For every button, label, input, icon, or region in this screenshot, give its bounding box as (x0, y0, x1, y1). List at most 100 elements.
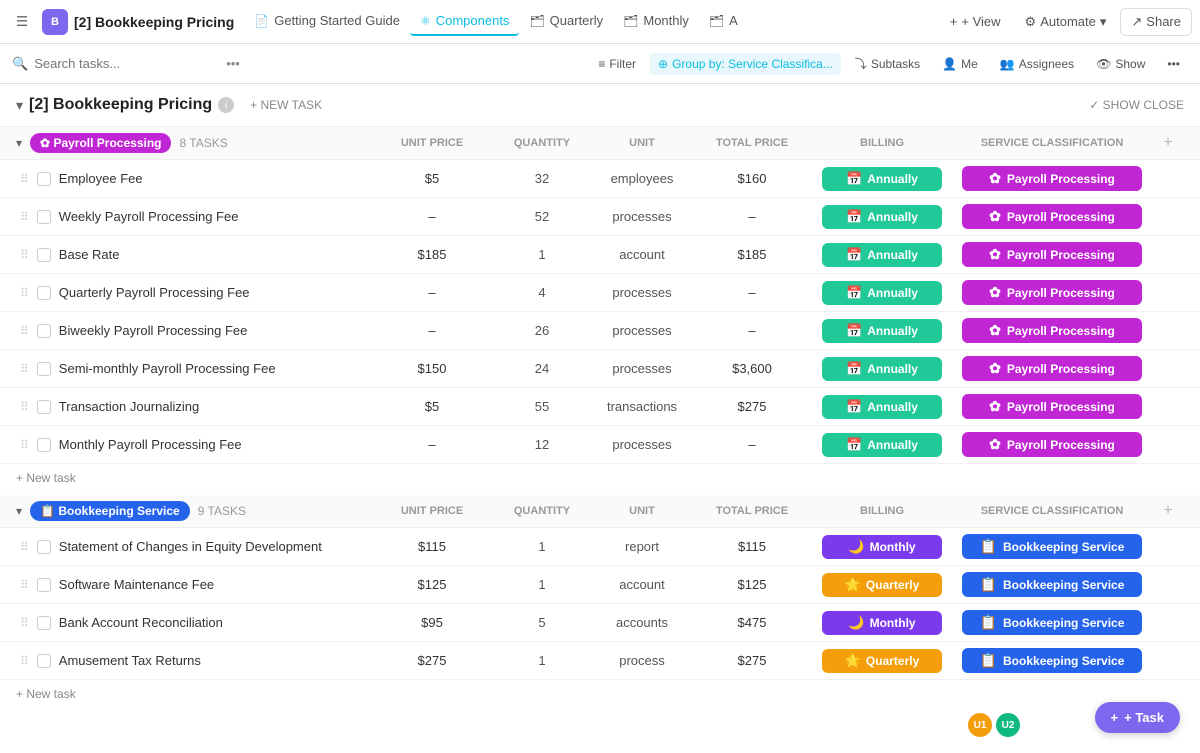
group-by-button[interactable]: ⊕ Group by: Service Classifica... (650, 53, 841, 75)
show-close-button[interactable]: ✓ SHOW CLOSE (1089, 98, 1184, 112)
me-button[interactable]: 👤 Me (934, 53, 986, 75)
task-checkbox[interactable] (37, 400, 51, 414)
tab-components[interactable]: ⚛ Components (410, 7, 519, 36)
share-button[interactable]: ↗ Share (1120, 8, 1192, 36)
more-options-button[interactable]: ••• (1159, 53, 1188, 75)
service-badge[interactable]: 📋 Bookkeeping Service (962, 534, 1142, 559)
task-service-cell: ✿ Payroll Processing (952, 162, 1152, 195)
billing-badge[interactable]: 📅 Annually (822, 243, 942, 267)
billing-badge[interactable]: 📅 Annually (822, 357, 942, 381)
page-title-nav: [2] Bookkeeping Pricing (74, 14, 234, 30)
task-name-label: Monthly Payroll Processing Fee (59, 437, 242, 452)
sidebar-toggle-button[interactable]: ☰ (8, 8, 36, 36)
drag-handle-icon[interactable]: ⠿ (20, 400, 29, 414)
billing-badge[interactable]: 📅 Annually (822, 433, 942, 457)
task-checkbox[interactable] (37, 654, 51, 668)
task-checkbox[interactable] (37, 616, 51, 630)
billing-badge[interactable]: 📅 Annually (822, 205, 942, 229)
service-badge[interactable]: 📋 Bookkeeping Service (962, 648, 1142, 673)
group-collapse-button[interactable]: ▾ (16, 136, 22, 150)
service-badge[interactable]: ✿ Payroll Processing (962, 318, 1142, 343)
service-badge[interactable]: ✿ Payroll Processing (962, 394, 1142, 419)
subtasks-button[interactable]: ⤵ Subtasks (847, 51, 928, 76)
billing-badge[interactable]: 📅 Annually (822, 167, 942, 191)
project-info-button[interactable]: i (218, 97, 234, 113)
filter-button[interactable]: ≡ Filter (590, 53, 644, 75)
service-badge[interactable]: ✿ Payroll Processing (962, 432, 1142, 457)
service-badge[interactable]: ✿ Payroll Processing (962, 204, 1142, 229)
service-badge[interactable]: ✿ Payroll Processing (962, 356, 1142, 381)
group-badge-bookkeeping[interactable]: 📋 Bookkeeping Service (30, 501, 190, 521)
billing-badge[interactable]: 🌟 Quarterly (822, 573, 942, 597)
tab-a[interactable]: 🗂 A (699, 7, 748, 36)
add-column-button[interactable]: + (1152, 134, 1184, 152)
task-unit: report (592, 535, 692, 558)
billing-badge[interactable]: 🌟 Quarterly (822, 649, 942, 673)
task-checkbox[interactable] (37, 438, 51, 452)
drag-handle-icon[interactable]: ⠿ (20, 324, 29, 338)
search-more-button[interactable]: ••• (220, 54, 246, 73)
project-collapse-button[interactable]: ▾ (16, 97, 23, 114)
col-header-unit-2: UNIT (592, 505, 692, 517)
service-label: Payroll Processing (1007, 362, 1115, 376)
billing-badge[interactable]: 📅 Annually (822, 281, 942, 305)
floating-task-button[interactable]: + + Task (1095, 702, 1180, 733)
search-bar: 🔍 ••• ≡ Filter ⊕ Group by: Service Class… (0, 44, 1200, 84)
task-checkbox[interactable] (37, 172, 51, 186)
task-checkbox[interactable] (37, 210, 51, 224)
group-bookkeeping: ▾ 📋 Bookkeeping Service 9 TASKS UNIT PRI… (0, 495, 1200, 711)
drag-handle-icon[interactable]: ⠿ (20, 210, 29, 224)
tab-monthly[interactable]: 🗂 Monthly (613, 7, 699, 36)
tab-quarterly[interactable]: 🗂 Quarterly (519, 7, 613, 36)
task-checkbox[interactable] (37, 578, 51, 592)
drag-handle-icon[interactable]: ⠿ (20, 654, 29, 668)
drag-handle-icon[interactable]: ⠿ (20, 248, 29, 262)
task-quantity: 26 (492, 319, 592, 342)
task-row: ⠿ Amusement Tax Returns $275 1 process $… (0, 642, 1200, 680)
task-name-label: Employee Fee (59, 171, 143, 186)
service-badge[interactable]: ✿ Payroll Processing (962, 242, 1142, 267)
view-button[interactable]: + + View (940, 9, 1011, 34)
new-task-link-bookkeeping[interactable]: + New task (16, 687, 76, 701)
drag-handle-icon[interactable]: ⠿ (20, 438, 29, 452)
billing-badge[interactable]: 📅 Annually (822, 319, 942, 343)
task-checkbox[interactable] (37, 286, 51, 300)
group-badge-payroll[interactable]: ✿ Payroll Processing (30, 133, 171, 153)
task-checkbox[interactable] (37, 362, 51, 376)
new-task-link-payroll[interactable]: + New task (16, 471, 76, 485)
billing-badge[interactable]: 📅 Annually (822, 395, 942, 419)
billing-badge[interactable]: 🌙 Monthly (822, 535, 942, 559)
task-service-cell: ✿ Payroll Processing (952, 200, 1152, 233)
billing-badge[interactable]: 🌙 Monthly (822, 611, 942, 635)
task-checkbox[interactable] (37, 324, 51, 338)
tab-getting-started[interactable]: 📄 Getting Started Guide (244, 7, 410, 36)
drag-handle-icon[interactable]: ⠿ (20, 172, 29, 186)
service-badge[interactable]: 📋 Bookkeeping Service (962, 610, 1142, 635)
drag-handle-icon[interactable]: ⠿ (20, 540, 29, 554)
task-service-cell: 📋 Bookkeeping Service (952, 606, 1152, 639)
new-task-button[interactable]: + NEW TASK (240, 94, 332, 116)
group-payroll-header: ▾ ✿ Payroll Processing 8 TASKS UNIT PRIC… (0, 127, 1200, 160)
assignees-button[interactable]: 👥 Assignees (992, 53, 1082, 75)
task-checkbox[interactable] (37, 540, 51, 554)
billing-label: Annually (867, 324, 918, 338)
service-badge[interactable]: ✿ Payroll Processing (962, 166, 1142, 191)
billing-icon: 📅 (846, 437, 862, 453)
service-badge[interactable]: 📋 Bookkeeping Service (962, 572, 1142, 597)
drag-handle-icon[interactable]: ⠿ (20, 286, 29, 300)
task-row: ⠿ Employee Fee $5 32 employees $160 📅 An… (0, 160, 1200, 198)
drag-handle-icon[interactable]: ⠿ (20, 362, 29, 376)
billing-label: Annually (867, 248, 918, 262)
add-column-button-2[interactable]: + (1152, 502, 1184, 520)
task-billing-cell: 🌙 Monthly (812, 607, 952, 639)
search-input[interactable] (34, 56, 214, 71)
service-label: Bookkeeping Service (1003, 540, 1124, 554)
show-button[interactable]: 👁 Show (1088, 53, 1153, 75)
col-header-total-price-2: TOTAL PRICE (692, 505, 812, 517)
drag-handle-icon[interactable]: ⠿ (20, 578, 29, 592)
group-bookkeeping-collapse-button[interactable]: ▾ (16, 504, 22, 518)
task-checkbox[interactable] (37, 248, 51, 262)
drag-handle-icon[interactable]: ⠿ (20, 616, 29, 630)
service-badge[interactable]: ✿ Payroll Processing (962, 280, 1142, 305)
automate-button[interactable]: ⚙ Automate ▾ (1015, 9, 1117, 35)
